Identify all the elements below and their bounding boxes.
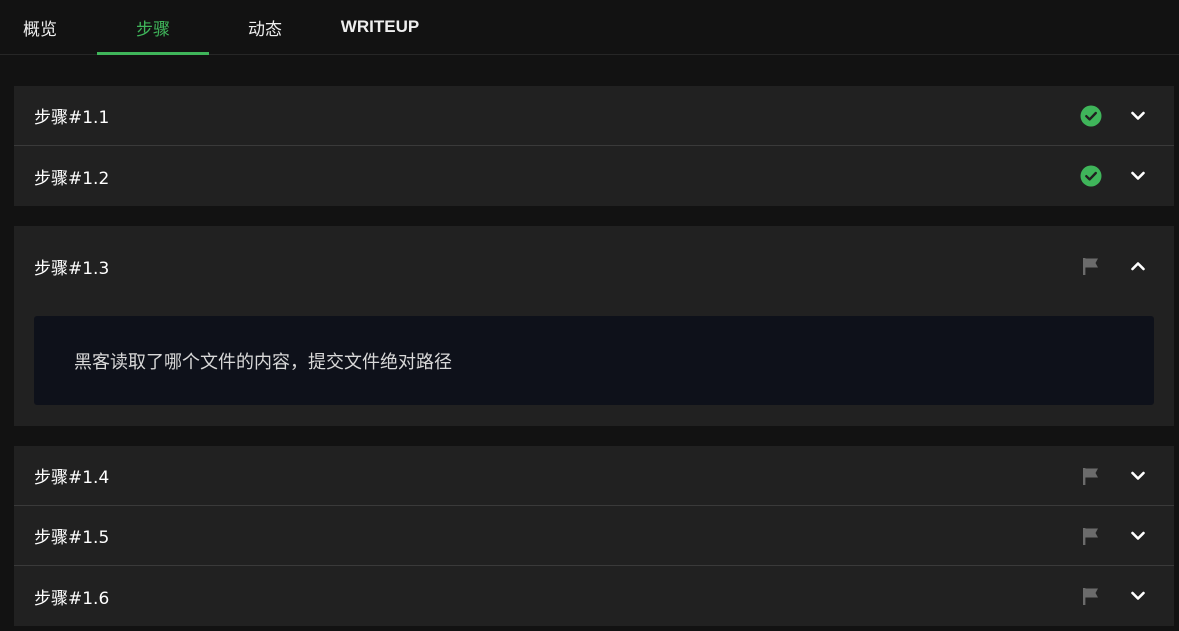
chevron-down-icon[interactable] xyxy=(1126,164,1150,188)
flag-icon xyxy=(1080,585,1102,607)
step-row-1-2[interactable]: 步骤#1.2 xyxy=(14,146,1174,206)
question-box: 黑客读取了哪个文件的内容，提交文件绝对路径 xyxy=(34,316,1154,405)
step-label: 步骤#1.1 xyxy=(34,108,110,128)
step-row-1-5[interactable]: 步骤#1.5 xyxy=(14,506,1174,566)
tab-overview[interactable]: 概览 xyxy=(14,0,66,54)
tab-steps[interactable]: 步骤 xyxy=(97,0,209,55)
flag-icon xyxy=(1080,465,1102,487)
step-row-1-4[interactable]: 步骤#1.4 xyxy=(14,446,1174,506)
step-label: 步骤#1.3 xyxy=(34,258,110,279)
step-label: 步骤#1.5 xyxy=(34,528,110,548)
step-row-1-3[interactable]: 步骤#1.3 xyxy=(14,226,1174,306)
flag-icon xyxy=(1080,255,1102,277)
check-circle-icon xyxy=(1080,105,1102,127)
step-label: 步骤#1.4 xyxy=(34,468,110,488)
tab-bar: 概览 步骤 动态 WRITEUP xyxy=(0,0,1179,55)
chevron-up-icon[interactable] xyxy=(1126,254,1150,278)
chevron-down-icon[interactable] xyxy=(1126,464,1150,488)
steps-group-3: 步骤#1.4 步骤#1.5 步骤#1.6 xyxy=(14,446,1174,626)
step-label: 步骤#1.6 xyxy=(34,588,110,609)
step-row-1-1[interactable]: 步骤#1.1 xyxy=(14,86,1174,146)
question-text: 黑客读取了哪个文件的内容，提交文件绝对路径 xyxy=(74,351,452,373)
chevron-down-icon[interactable] xyxy=(1126,584,1150,608)
tab-writeup[interactable]: WRITEUP xyxy=(334,0,426,54)
steps-group-1: 步骤#1.1 步骤#1.2 xyxy=(14,86,1174,206)
tab-activity[interactable]: 动态 xyxy=(239,0,291,54)
chevron-down-icon[interactable] xyxy=(1126,524,1150,548)
chevron-down-icon[interactable] xyxy=(1126,104,1150,128)
step-row-1-6[interactable]: 步骤#1.6 xyxy=(14,566,1174,626)
steps-group-2: 步骤#1.3 黑客读取了哪个文件的内容，提交文件绝对路径 xyxy=(14,226,1174,426)
step-label: 步骤#1.2 xyxy=(34,168,110,189)
check-circle-icon xyxy=(1080,165,1102,187)
flag-icon xyxy=(1080,525,1102,547)
